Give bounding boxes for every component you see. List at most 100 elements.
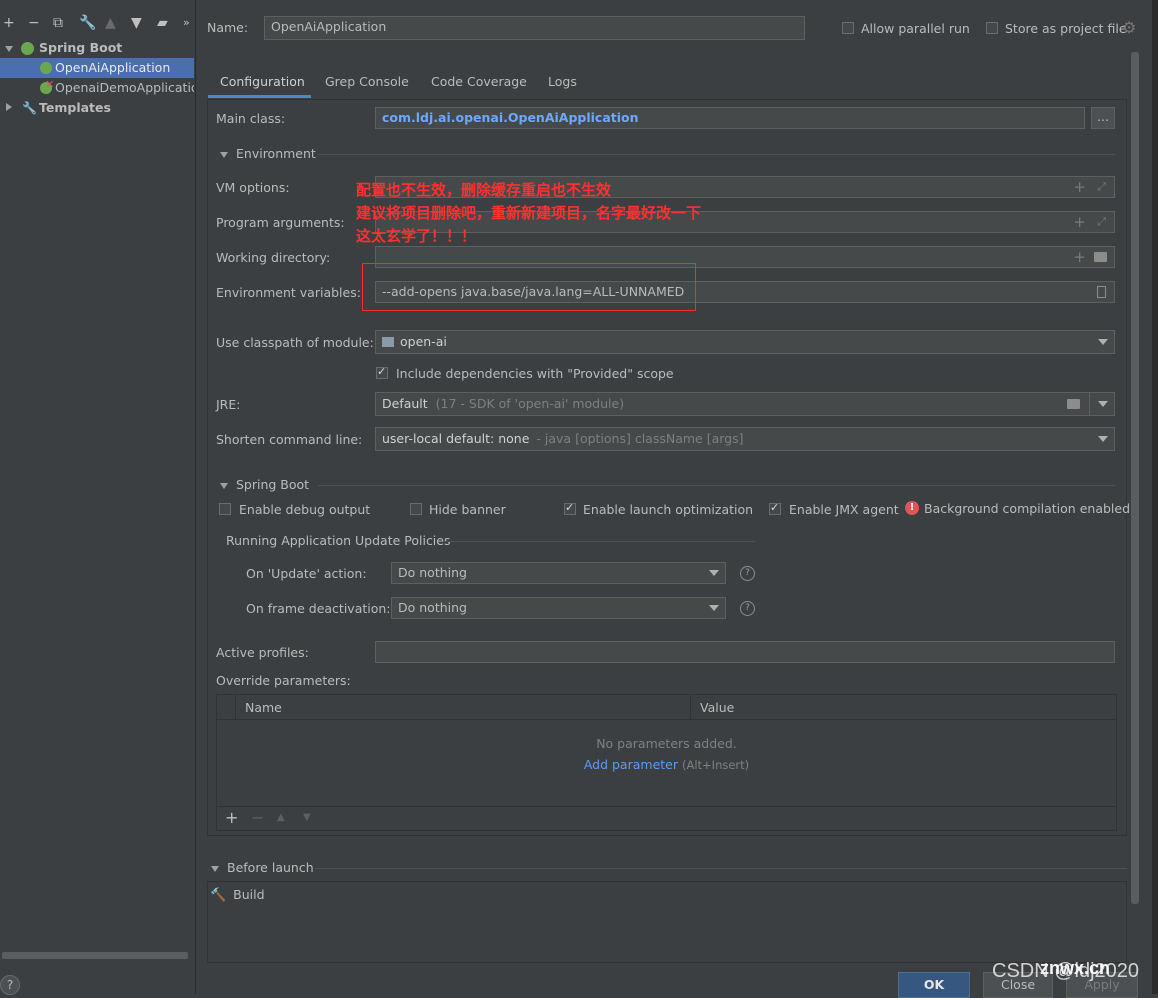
- folder-icon[interactable]: [1094, 252, 1107, 262]
- error-icon: !: [905, 501, 919, 515]
- shorten-select[interactable]: user-local default: none - java [options…: [375, 427, 1115, 451]
- collapse-arrow-icon: [220, 151, 228, 158]
- hide-banner-checkbox[interactable]: [410, 503, 422, 515]
- sidebar: + − ⧉ 🔧 ▲ ▼ ▰ » Spring Boot OpenAiApplic…: [0, 0, 196, 995]
- chevron-down-icon: [709, 570, 719, 576]
- folder-icon[interactable]: [1067, 399, 1080, 409]
- name-label: Name:: [207, 20, 249, 35]
- remove-icon[interactable]: −: [28, 14, 40, 32]
- tab-logs[interactable]: Logs: [548, 74, 577, 89]
- expand-icon[interactable]: ⤢: [1097, 212, 1106, 232]
- annotation-line-3: 这太玄学了！！！: [356, 227, 477, 245]
- tab-label: Configuration: [220, 74, 305, 89]
- launch-opt-label: Enable launch optimization: [583, 502, 754, 517]
- frame-deact-select[interactable]: Do nothing: [391, 597, 726, 619]
- wrench-icon[interactable]: 🔧: [79, 14, 96, 32]
- col-name-header[interactable]: Name: [245, 700, 282, 715]
- vertical-scrollbar[interactable]: [1131, 52, 1139, 904]
- expand-arrow-icon: [6, 103, 12, 111]
- shorten-value: user-local default: none: [382, 431, 530, 446]
- include-deps-checkbox[interactable]: [376, 365, 388, 379]
- tree-item-openaiapplication[interactable]: OpenAiApplication: [0, 58, 194, 78]
- annotation-line-2: 建议将项目删除吧，重新新建项目，名字最好改一下: [356, 204, 702, 222]
- debug-output-checkbox[interactable]: [219, 503, 231, 515]
- tab-grep-console[interactable]: Grep Console: [325, 74, 409, 89]
- help-button[interactable]: ?: [0, 975, 20, 995]
- hammer-icon: 🔨: [210, 888, 227, 903]
- help-circle-icon[interactable]: ?: [740, 601, 755, 616]
- ok-button[interactable]: OK: [898, 972, 970, 998]
- allow-parallel-label: Allow parallel run: [861, 21, 970, 36]
- spring-boot-section-header[interactable]: Spring Boot: [220, 477, 309, 492]
- tree-label: OpenAiApplication: [55, 60, 171, 75]
- update-action-select[interactable]: Do nothing: [391, 562, 726, 584]
- add-icon[interactable]: +: [3, 14, 15, 32]
- table-header: Name Value: [217, 695, 1116, 720]
- move-down-icon[interactable]: ▼: [131, 14, 142, 32]
- tab-code-coverage[interactable]: Code Coverage: [431, 74, 527, 89]
- jmx-agent-checkbox[interactable]: [769, 501, 781, 515]
- tree-label: Templates: [39, 100, 111, 115]
- expand-icon[interactable]: ⤢: [1097, 177, 1106, 197]
- tree-group-spring-boot[interactable]: Spring Boot: [0, 38, 195, 58]
- gear-icon[interactable]: ⚙: [1122, 18, 1136, 37]
- frame-deact-value: Do nothing: [398, 600, 467, 615]
- help-circle-icon[interactable]: ?: [740, 566, 755, 581]
- spring-boot-run-icon: [40, 62, 52, 74]
- add-icon[interactable]: +: [1073, 247, 1086, 267]
- folder-add-icon[interactable]: ▰: [157, 14, 168, 32]
- environment-separator: [318, 154, 1115, 155]
- document-icon[interactable]: [1097, 286, 1106, 298]
- spring-boot-icon: [21, 42, 34, 55]
- add-parameter-link[interactable]: Add parameter: [584, 757, 678, 772]
- move-down-icon[interactable]: ▼: [303, 812, 311, 823]
- list-item-build[interactable]: 🔨 Build: [210, 885, 265, 905]
- table-toolbar: + − ▲ ▼: [217, 806, 1116, 831]
- active-profiles-input[interactable]: [375, 641, 1115, 663]
- launch-opt-checkbox[interactable]: [564, 501, 576, 515]
- shorten-label: Shorten command line:: [216, 432, 363, 447]
- chevron-down-icon: [1098, 436, 1108, 442]
- wrench-icon: 🔧: [22, 101, 37, 115]
- policies-separator: [443, 541, 755, 542]
- name-value: OpenAiApplication: [271, 19, 387, 34]
- col-value-header[interactable]: Value: [700, 700, 734, 715]
- store-project-checkbox[interactable]: [986, 22, 998, 34]
- jmx-agent-label: Enable JMX agent: [789, 502, 899, 517]
- help-label: ?: [6, 978, 14, 992]
- allow-parallel-checkbox[interactable]: [842, 22, 854, 34]
- tree-group-templates[interactable]: 🔧 Templates: [0, 98, 195, 118]
- update-action-label: On 'Update' action:: [246, 566, 367, 581]
- chevron-down-icon[interactable]: [1098, 401, 1108, 407]
- spring-boot-separator: [318, 485, 1115, 486]
- add-icon[interactable]: +: [1073, 177, 1086, 197]
- sidebar-horizontal-scrollbar[interactable]: [2, 952, 188, 959]
- jre-value: Default: [382, 396, 428, 411]
- main-class-input[interactable]: com.ldj.ai.openai.OpenAiApplication: [375, 107, 1085, 129]
- tree-item-openaidemoapplication[interactable]: ✕ OpenaiDemoApplication: [0, 78, 194, 98]
- add-param-row: Add parameter (Alt+Insert): [217, 757, 1116, 772]
- debug-output-label: Enable debug output: [239, 502, 371, 517]
- browse-main-class-button[interactable]: ...: [1091, 107, 1115, 129]
- environment-section-header[interactable]: Environment: [220, 146, 316, 161]
- move-up-icon[interactable]: ▲: [105, 14, 116, 32]
- before-launch-header[interactable]: Before launch: [211, 860, 314, 875]
- classpath-select[interactable]: open-ai: [375, 330, 1115, 354]
- build-label: Build: [233, 887, 265, 902]
- copy-icon[interactable]: ⧉: [53, 14, 63, 32]
- spring-boot-title: Spring Boot: [236, 477, 310, 492]
- shorten-hint: - java [options] className [args]: [536, 431, 744, 446]
- name-input[interactable]: OpenAiApplication: [264, 16, 805, 40]
- more-icon[interactable]: »: [183, 14, 190, 32]
- jre-select[interactable]: Default (17 - SDK of 'open-ai' module): [375, 392, 1115, 416]
- move-up-icon[interactable]: ▲: [277, 812, 285, 823]
- collapse-arrow-icon: [211, 865, 219, 872]
- remove-icon[interactable]: −: [251, 808, 264, 827]
- add-icon[interactable]: +: [225, 808, 238, 827]
- watermark-site: znwx.cn: [1040, 958, 1111, 978]
- add-icon[interactable]: +: [1073, 212, 1086, 232]
- chevron-down-icon: [709, 605, 719, 611]
- frame-deact-label: On frame deactivation:: [246, 601, 391, 616]
- tree-label: OpenaiDemoApplication: [55, 80, 194, 95]
- tab-configuration[interactable]: Configuration: [208, 68, 311, 98]
